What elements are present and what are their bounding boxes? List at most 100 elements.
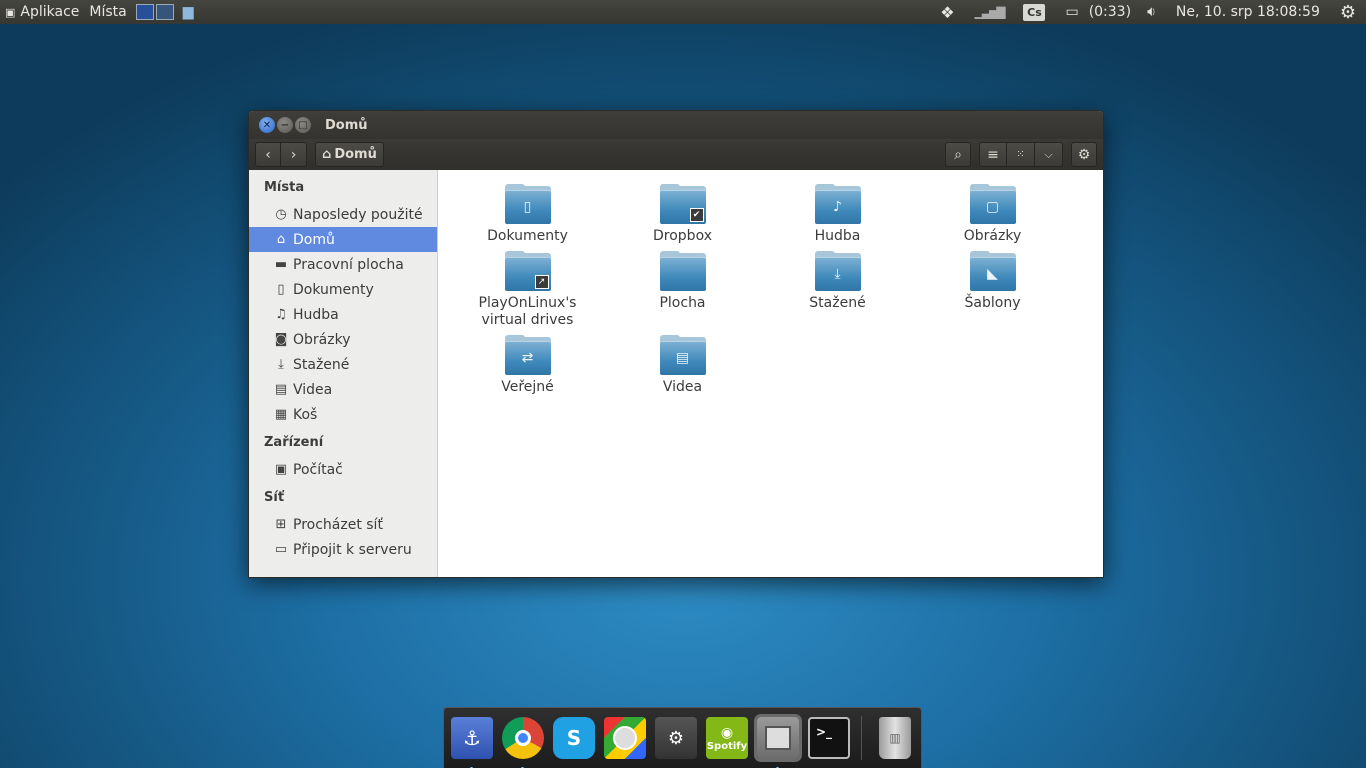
workspace-1[interactable] <box>135 4 154 20</box>
spotify-label: Spotify <box>706 740 748 752</box>
dropbox-icon[interactable]: ❖ <box>930 0 964 24</box>
applications-menu[interactable]: ▣ Aplikace <box>0 0 84 24</box>
settings-button[interactable]: ⚙ <box>1071 142 1097 167</box>
dock-spotify[interactable]: ◉ Spotify <box>706 717 748 759</box>
folder-icon: ✔ <box>659 184 706 224</box>
folder-icon: ⇄ <box>504 335 551 375</box>
dock-steam[interactable]: ⚙ <box>655 717 697 759</box>
file-item[interactable]: ⇄ Veřejné <box>450 335 605 396</box>
sidebar-item-places-1[interactable]: ⌂ Domů <box>249 227 437 252</box>
battery-time[interactable]: (0:33) <box>1083 0 1137 24</box>
sidebar-item-places-4[interactable]: ♫ Hudba <box>249 302 437 327</box>
sidebar: Místa ◷ Naposledy použité ⌂ Domů ▬ Pracovní p… <box>249 170 438 577</box>
download-icon: ⤓ <box>834 265 841 282</box>
dock-search-app[interactable] <box>604 717 646 759</box>
sidebar-item-places-2[interactable]: ▬ Pracovní plocha <box>249 252 437 277</box>
file-item[interactable]: ▤ Videa <box>605 335 760 396</box>
file-name: Stažené <box>809 295 866 311</box>
computer-icon: ▣ <box>274 462 288 477</box>
sidebar-item-network-0[interactable]: ⊞ Procházet síť <box>249 512 437 537</box>
dock-chrome[interactable] <box>502 717 544 768</box>
search-icon: ⌕ <box>954 146 962 163</box>
file-item[interactable]: Plocha <box>605 251 760 329</box>
check-icon: ✔ <box>689 208 704 222</box>
breadcrumb-label: Domů <box>334 147 377 162</box>
battery-icon[interactable]: ▭ <box>1055 0 1082 24</box>
list-view-button[interactable]: ≡ <box>979 142 1007 167</box>
places-menu[interactable]: Místa <box>84 0 131 24</box>
workspace-2[interactable] <box>155 4 174 20</box>
folder-icon: ↗ <box>504 251 551 291</box>
volume-icon[interactable]: 🔉︎ <box>1137 0 1166 24</box>
keyboard-layout-label: Cs <box>1023 3 1046 21</box>
sidebar-item-places-5[interactable]: ◙ Obrázky <box>249 327 437 352</box>
breadcrumb-home[interactable]: ⌂ Domů <box>315 142 384 167</box>
file-name: PlayOnLinux's virtual drives <box>478 295 577 328</box>
sidebar-item-devices-0[interactable]: ▣ Počítač <box>249 457 437 482</box>
sidebar-item-label: Stažené <box>293 356 350 373</box>
folder-icon: ▢ <box>969 184 1016 224</box>
file-name: Veřejné <box>501 379 554 395</box>
file-item[interactable]: ♪ Hudba <box>760 184 915 245</box>
sidebar-header-devices: Zařízení <box>264 435 324 450</box>
view-options-button[interactable]: ⌵ <box>1035 142 1063 167</box>
folder-taskbar-icon[interactable]: ▆ <box>178 0 199 24</box>
sidebar-item-places-6[interactable]: ⤓ Stažené <box>249 352 437 377</box>
window-titlebar[interactable]: ✕ − □ Domů <box>249 111 1103 139</box>
chrome-icon <box>515 730 531 746</box>
anchor-icon: ⚓ <box>463 726 481 750</box>
file-name: Šablony <box>964 295 1021 311</box>
file-cabinet-icon <box>765 726 791 750</box>
chevron-down-icon: ⌵ <box>1044 147 1053 161</box>
minimize-icon[interactable]: − <box>277 117 293 133</box>
file-view[interactable]: ▯ Dokumenty ✔ Dropbox ♪ Hudba ▢ Obrázky ↗ PlayOnL… <box>438 170 1103 577</box>
sidebar-item-label: Pracovní plocha <box>293 256 404 273</box>
clock-icon: ◷ <box>275 207 287 222</box>
view-switcher: ≡ ⁙ ⌵ <box>979 142 1063 167</box>
film-icon: ▤ <box>274 382 288 397</box>
workspace-switcher[interactable] <box>132 4 178 20</box>
file-item[interactable]: ↗ PlayOnLinux's virtual drives <box>450 251 605 329</box>
dock-anchor-launcher[interactable]: ⚓ <box>451 717 493 768</box>
close-icon[interactable]: ✕ <box>259 117 275 133</box>
grid-view-button[interactable]: ⁙ <box>1007 142 1035 167</box>
gear-icon[interactable]: ⚙ <box>1330 0 1366 24</box>
sidebar-item-label: Domů <box>293 231 335 248</box>
file-grid: ▯ Dokumenty ✔ Dropbox ♪ Hudba ▢ Obrázky ↗ PlayOnL… <box>450 184 1070 396</box>
file-item[interactable]: ▯ Dokumenty <box>450 184 605 245</box>
sidebar-item-places-8[interactable]: ▦ Koš <box>249 402 437 427</box>
applications-menu-label: Aplikace <box>20 4 80 20</box>
magnifier-icon <box>613 726 637 750</box>
sidebar-item-places-7[interactable]: ▤ Videa <box>249 377 437 402</box>
apps-menu-icon: ▣ <box>5 5 16 19</box>
chevron-left-icon: ‹ <box>265 146 271 163</box>
sidebar-item-label: Počítač <box>293 461 343 478</box>
file-item[interactable]: ⤓ Stažené <box>760 251 915 329</box>
maximize-icon[interactable]: □ <box>295 117 311 133</box>
search-button[interactable]: ⌕ <box>945 142 971 167</box>
keyboard-layout-indicator[interactable]: Cs <box>1013 0 1055 24</box>
file-name: Hudba <box>814 228 861 244</box>
gear-icon: ⚙ <box>1077 146 1091 163</box>
file-name: Videa <box>662 379 703 395</box>
dock-file-manager[interactable] <box>757 717 799 768</box>
sidebar-item-network-1[interactable]: ▭ Připojit k serveru <box>249 537 437 562</box>
back-button[interactable]: ‹ <box>255 142 281 167</box>
chevron-right-icon: › <box>290 146 297 163</box>
sidebar-item-places-3[interactable]: ▯ Dokumenty <box>249 277 437 302</box>
forward-button[interactable]: › <box>281 142 307 167</box>
skype-icon: S <box>566 726 582 750</box>
folder-icon: ▯ <box>504 184 551 224</box>
clock[interactable]: Ne, 10. srp 18:08:59 <box>1166 0 1330 24</box>
signal-strength-icon[interactable]: ▁▃▅▇ <box>965 0 1014 24</box>
steam-icon: ⚙ <box>667 727 685 749</box>
dock-trash[interactable]: ▥ <box>879 717 911 759</box>
file-item[interactable]: ◣ Šablony <box>915 251 1070 329</box>
file-item[interactable]: ✔ Dropbox <box>605 184 760 245</box>
dock-terminal[interactable]: >_ <box>808 717 850 759</box>
dock-skype[interactable]: S <box>553 717 595 759</box>
music-icon: ♫ <box>275 307 287 322</box>
file-item[interactable]: ▢ Obrázky <box>915 184 1070 245</box>
sidebar-header-places: Místa <box>264 180 305 195</box>
sidebar-item-places-0[interactable]: ◷ Naposledy použité <box>249 202 437 227</box>
